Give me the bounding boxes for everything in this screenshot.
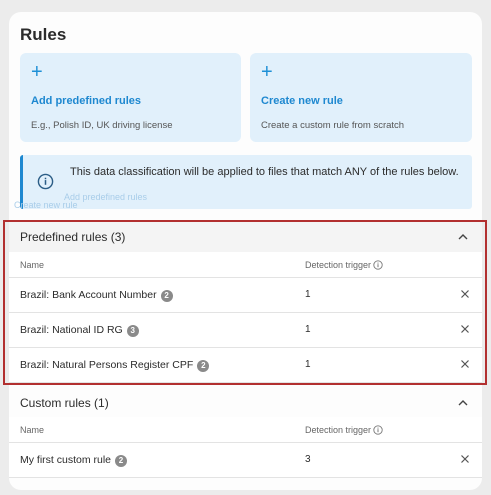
plus-icon: + bbox=[31, 61, 43, 83]
add-predefined-rules-card[interactable]: + Add predefined rules E.g., Polish ID, … bbox=[20, 53, 241, 142]
plus-icon: + bbox=[261, 61, 273, 83]
info-icon[interactable] bbox=[373, 425, 383, 435]
column-detection-trigger: Detection trigger bbox=[305, 425, 383, 435]
card-title: Add predefined rules bbox=[31, 95, 142, 107]
section-title: Custom rules (1) bbox=[20, 396, 109, 410]
info-text: This data classification will be applied… bbox=[70, 166, 459, 178]
column-trigger-label: Detection trigger bbox=[305, 425, 372, 435]
chevron-up-icon[interactable] bbox=[457, 397, 469, 409]
rule-name-text: My first custom rule bbox=[20, 454, 112, 466]
custom-rules-header[interactable]: Custom rules (1) bbox=[9, 388, 482, 418]
rule-name: My first custom rule 2 bbox=[20, 454, 128, 467]
ghost-label: Create new rule bbox=[14, 200, 78, 210]
table-row: My first custom rule 2 3 bbox=[9, 443, 482, 478]
card-title: Create new rule bbox=[261, 95, 343, 107]
close-icon[interactable] bbox=[460, 454, 470, 464]
table-header: Name Detection trigger bbox=[9, 417, 482, 443]
info-icon bbox=[37, 173, 54, 190]
card-description: E.g., Polish ID, UK driving license bbox=[31, 120, 173, 131]
create-new-rule-card[interactable]: + Create new rule Create a custom rule f… bbox=[250, 53, 472, 142]
count-badge: 2 bbox=[115, 455, 128, 467]
highlight-frame bbox=[3, 220, 487, 385]
column-name: Name bbox=[20, 425, 45, 435]
detection-trigger-value: 3 bbox=[305, 454, 311, 465]
page-title: Rules bbox=[20, 25, 67, 44]
card-description: Create a custom rule from scratch bbox=[261, 120, 405, 131]
